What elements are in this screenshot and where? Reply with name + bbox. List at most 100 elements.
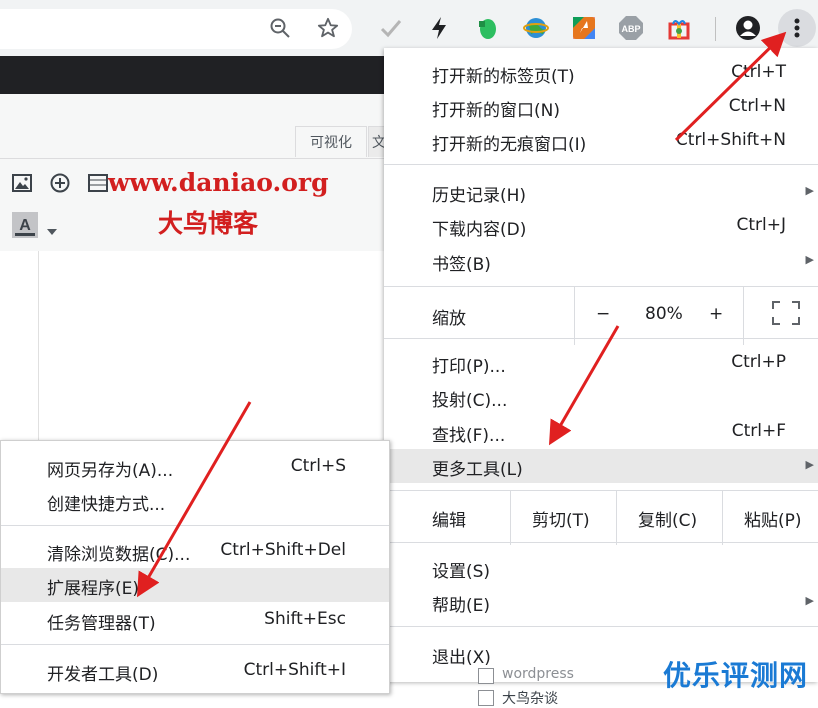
menu-item-label: 更多工具(L) — [432, 460, 523, 480]
menu-item-shortcut: Ctrl+N — [728, 96, 786, 116]
submenu-item-label: 清除浏览数据(C)... — [47, 545, 191, 565]
kebab-menu-icon — [794, 18, 800, 38]
submenu-item-label: 任务管理器(T) — [47, 614, 156, 634]
bolt-extension-icon[interactable] — [425, 14, 453, 42]
category-label: wordpress — [502, 666, 574, 682]
submenu-item-shortcut: Ctrl+Shift+Del — [220, 540, 346, 560]
menu-item-cast[interactable]: 投射(C)... — [384, 380, 818, 414]
globe-extension-icon[interactable] — [522, 14, 550, 42]
drive-extension-icon[interactable] — [570, 14, 598, 42]
abp-extension-icon[interactable]: ABP — [617, 14, 645, 42]
submenu-item-shortcut: Ctrl+S — [290, 456, 346, 476]
submenu-item-shortcut: Ctrl+Shift+I — [243, 660, 346, 680]
submenu-item-label: 创建快捷方式... — [47, 495, 166, 515]
svg-text:A: A — [19, 217, 31, 234]
abp-label: ABP — [621, 24, 640, 34]
submenu-arrow-icon: ▶ — [805, 458, 814, 471]
fullscreen-icon[interactable] — [772, 301, 800, 330]
submenu-item-shortcut: Shift+Esc — [264, 609, 346, 629]
menu-item-help[interactable]: 帮助(E) ▶ — [384, 585, 818, 619]
submenu-arrow-icon: ▶ — [805, 184, 814, 197]
menu-item-new-tab[interactable]: 打开新的标签页(T) Ctrl+T — [384, 56, 818, 90]
kebab-menu-button[interactable] — [778, 9, 816, 47]
menu-item-label: 退出(X) — [432, 648, 491, 668]
menu-item-label: 下载内容(D) — [432, 220, 527, 240]
address-bar[interactable] — [0, 9, 352, 49]
watermark-name: 大鸟博客 — [158, 209, 259, 238]
category-checkbox[interactable] — [478, 690, 494, 706]
submenu-item-label: 开发者工具(D) — [47, 665, 159, 685]
toolbar-divider — [715, 17, 716, 41]
insert-image-icon[interactable] — [12, 174, 32, 197]
submenu-arrow-icon: ▶ — [805, 253, 814, 266]
menu-item-zoom: 缩放 − 80% + — [384, 287, 818, 345]
menu-item-shortcut: Ctrl+J — [736, 215, 786, 235]
submenu-item-create-shortcut[interactable]: 创建快捷方式... — [1, 484, 389, 518]
tab-visual[interactable]: 可视化 — [295, 126, 367, 157]
submenu-item-dev-tools[interactable]: 开发者工具(D) Ctrl+Shift+I — [1, 654, 389, 688]
menu-item-label: 历史记录(H) — [432, 186, 527, 206]
submenu-item-task-manager[interactable]: 任务管理器(T) Shift+Esc — [1, 603, 389, 637]
menu-item-label: 帮助(E) — [432, 596, 491, 616]
zoom-divider — [743, 287, 744, 345]
dropdown-arrow-icon[interactable] — [46, 220, 58, 241]
admin-bar — [0, 56, 384, 94]
cut-button[interactable]: 剪切(T) — [532, 506, 590, 531]
category-checkbox[interactable] — [478, 668, 494, 684]
watermark-url: www.daniao.org — [108, 168, 329, 197]
menu-separator — [384, 286, 818, 287]
submenu-separator — [1, 525, 389, 526]
zoom-in-button[interactable]: + — [709, 304, 723, 324]
menu-separator — [384, 490, 818, 491]
evernote-extension-icon[interactable] — [473, 14, 501, 42]
menu-item-shortcut: Ctrl+F — [731, 421, 786, 441]
editor-gutter-line — [38, 251, 39, 451]
text-color-icon[interactable]: A — [12, 212, 38, 243]
menu-item-find[interactable]: 查找(F)... Ctrl+F — [384, 415, 818, 449]
menu-item-shortcut: Ctrl+P — [731, 352, 786, 372]
submenu-item-extensions[interactable]: 扩展程序(E) — [1, 568, 389, 602]
menu-item-label: 打印(P)... — [432, 357, 506, 377]
gift-extension-icon[interactable] — [665, 14, 693, 42]
menu-item-print[interactable]: 打印(P)... Ctrl+P — [384, 346, 818, 380]
submenu-item-label: 网页另存为(A)... — [47, 461, 174, 481]
table-icon[interactable] — [88, 174, 108, 197]
profile-icon[interactable] — [734, 14, 762, 42]
submenu-item-label: 扩展程序(E) — [47, 579, 140, 599]
menu-item-label: 打开新的窗口(N) — [432, 101, 560, 121]
submenu-item-clear-data[interactable]: 清除浏览数据(C)... Ctrl+Shift+Del — [1, 534, 389, 568]
menu-item-history[interactable]: 历史记录(H) ▶ — [384, 175, 818, 209]
menu-item-settings[interactable]: 设置(S) — [384, 551, 818, 585]
brand-watermark: 优乐评测网 — [662, 659, 808, 692]
menu-item-label: 打开新的标签页(T) — [432, 67, 575, 87]
category-label: 大鸟杂谈 — [502, 691, 558, 707]
more-tools-submenu: 网页另存为(A)... Ctrl+S 创建快捷方式... 清除浏览数据(C)..… — [0, 440, 390, 694]
menu-item-new-incognito[interactable]: 打开新的无痕窗口(I) Ctrl+Shift+N — [384, 124, 818, 158]
submenu-item-save-as[interactable]: 网页另存为(A)... Ctrl+S — [1, 450, 389, 484]
menu-item-edit: 编辑 剪切(T) 复制(C) 粘贴(P) — [384, 491, 818, 545]
zoom-divider — [574, 287, 575, 345]
menu-item-label: 查找(F)... — [432, 426, 506, 446]
zoom-label: 缩放 — [432, 309, 466, 329]
menu-separator — [384, 338, 818, 339]
zoom-value: 80% — [645, 304, 683, 324]
menu-item-bookmarks[interactable]: 书签(B) ▶ — [384, 244, 818, 278]
add-circle-icon[interactable] — [50, 173, 70, 198]
zoom-out-button[interactable]: − — [596, 304, 610, 324]
menu-separator — [384, 626, 818, 627]
menu-item-shortcut: Ctrl+Shift+N — [675, 130, 786, 150]
copy-button[interactable]: 复制(C) — [638, 506, 697, 531]
menu-item-label: 书签(B) — [432, 255, 491, 275]
edit-label: 编辑 — [432, 511, 466, 531]
check-extension-icon[interactable] — [377, 14, 405, 42]
submenu-arrow-icon: ▶ — [805, 594, 814, 607]
menu-item-more-tools[interactable]: 更多工具(L) ▶ — [384, 449, 818, 483]
menu-item-downloads[interactable]: 下载内容(D) Ctrl+J — [384, 209, 818, 243]
star-icon[interactable] — [314, 14, 342, 42]
menu-item-label: 打开新的无痕窗口(I) — [432, 135, 587, 155]
zoom-out-icon[interactable] — [266, 14, 294, 42]
edit-divider — [510, 491, 511, 545]
edit-divider — [616, 491, 617, 545]
menu-item-new-window[interactable]: 打开新的窗口(N) Ctrl+N — [384, 90, 818, 124]
paste-button[interactable]: 粘贴(P) — [744, 506, 802, 531]
